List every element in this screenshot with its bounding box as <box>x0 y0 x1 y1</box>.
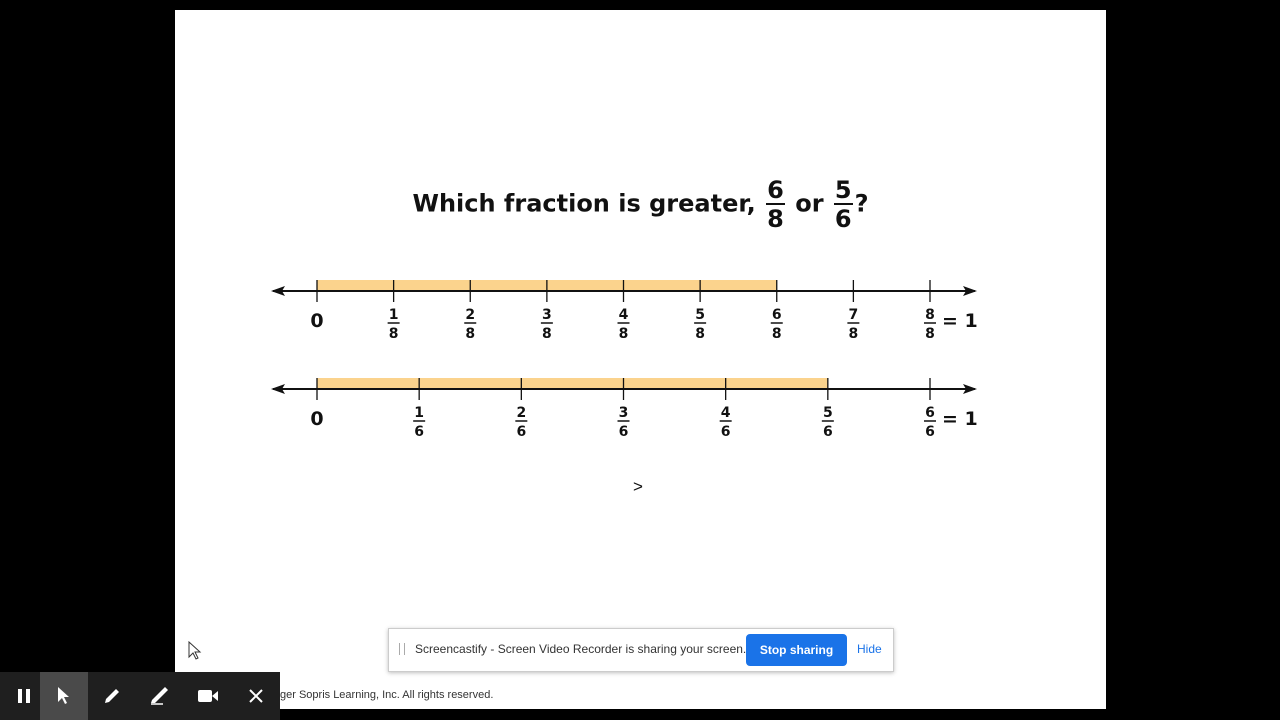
sixths-line-tick-label: 0 <box>310 408 323 430</box>
eighths-line-tick-denominator: 8 <box>925 326 935 342</box>
screen-sharing-bar: Screencastify - Screen Video Recorder is… <box>388 628 894 672</box>
eighths-line-tick-numerator: 8 <box>925 307 935 323</box>
eighths-line-tick-denominator: 8 <box>695 326 705 342</box>
sixths-line-tick-denominator: 6 <box>823 424 833 440</box>
sixths-line-equals-one-label: = 1 <box>942 408 978 430</box>
sixths-line-tick-numerator: 5 <box>823 405 833 421</box>
pointer-tool-button[interactable] <box>40 672 88 720</box>
sixths-line-tick-denominator: 6 <box>414 424 424 440</box>
eighths-line-tick-denominator: 8 <box>465 326 475 342</box>
pointer-icon <box>58 687 69 704</box>
eighths-line-tick-label: 0 <box>310 310 323 332</box>
pause-icon <box>18 689 30 703</box>
sixths-line-tick-numerator: 1 <box>414 405 424 421</box>
eighths-line-tick-denominator: 8 <box>542 326 552 342</box>
camera-button[interactable] <box>184 672 232 720</box>
close-toolbar-button[interactable] <box>232 672 280 720</box>
sixths-line-tick-denominator: 6 <box>516 424 526 440</box>
drag-handle-icon[interactable] <box>399 643 405 655</box>
sixths-line-shaded-band <box>317 378 828 389</box>
sixths-line-tick-denominator: 6 <box>619 424 629 440</box>
sixths-line-tick-numerator: 3 <box>619 405 629 421</box>
sixths-line-tick-denominator: 6 <box>925 424 935 440</box>
stop-sharing-button[interactable]: Stop sharing <box>746 634 847 666</box>
sixths-line-tick-numerator: 4 <box>721 405 731 421</box>
eighths-line-tick-numerator: 3 <box>542 307 552 323</box>
eighths-line-tick-numerator: 2 <box>465 307 475 323</box>
mouse-cursor-icon <box>188 641 202 660</box>
sharing-message: Screencastify - Screen Video Recorder is… <box>415 642 747 656</box>
sixths-line-tick-numerator: 2 <box>516 405 526 421</box>
close-icon <box>249 689 263 703</box>
eighths-line-tick-numerator: 5 <box>695 307 705 323</box>
camera-icon <box>198 690 218 702</box>
number-lines: 0 1 8 2 8 3 8 4 8 5 8 6 8 7 8 8 8 = 1 0 1 6 2 6 3 6 4 6 5 6 6 6 = 1 <box>271 280 978 440</box>
eighths-line-tick-numerator: 7 <box>849 307 859 323</box>
pen-tool-button[interactable] <box>88 672 136 720</box>
answer-symbol: > <box>633 477 643 496</box>
eighths-line-tick-numerator: 1 <box>389 307 399 323</box>
eighths-line-tick-numerator: 4 <box>619 307 629 323</box>
sixths-line-tick-numerator: 6 <box>925 405 935 421</box>
eraser-tool-button[interactable] <box>136 672 184 720</box>
copyright-text: ger Sopris Learning, Inc. All rights res… <box>280 689 494 701</box>
eighths-line-tick-numerator: 6 <box>772 307 782 323</box>
eighths-line-tick-denominator: 8 <box>772 326 782 342</box>
slide: Which fraction is greater, 68 or 5 6? 018… <box>175 10 1106 709</box>
eighths-line-equals-one-label: = 1 <box>942 310 978 332</box>
eraser-icon <box>151 687 168 705</box>
pen-icon <box>105 689 119 703</box>
hide-button[interactable]: Hide <box>857 642 882 656</box>
eighths-line-tick-denominator: 8 <box>389 326 399 342</box>
annotation-toolbar <box>0 672 280 720</box>
sixths-line-tick-denominator: 6 <box>721 424 731 440</box>
eighths-line-tick-denominator: 8 <box>849 326 859 342</box>
eighths-line-tick-denominator: 8 <box>619 326 629 342</box>
